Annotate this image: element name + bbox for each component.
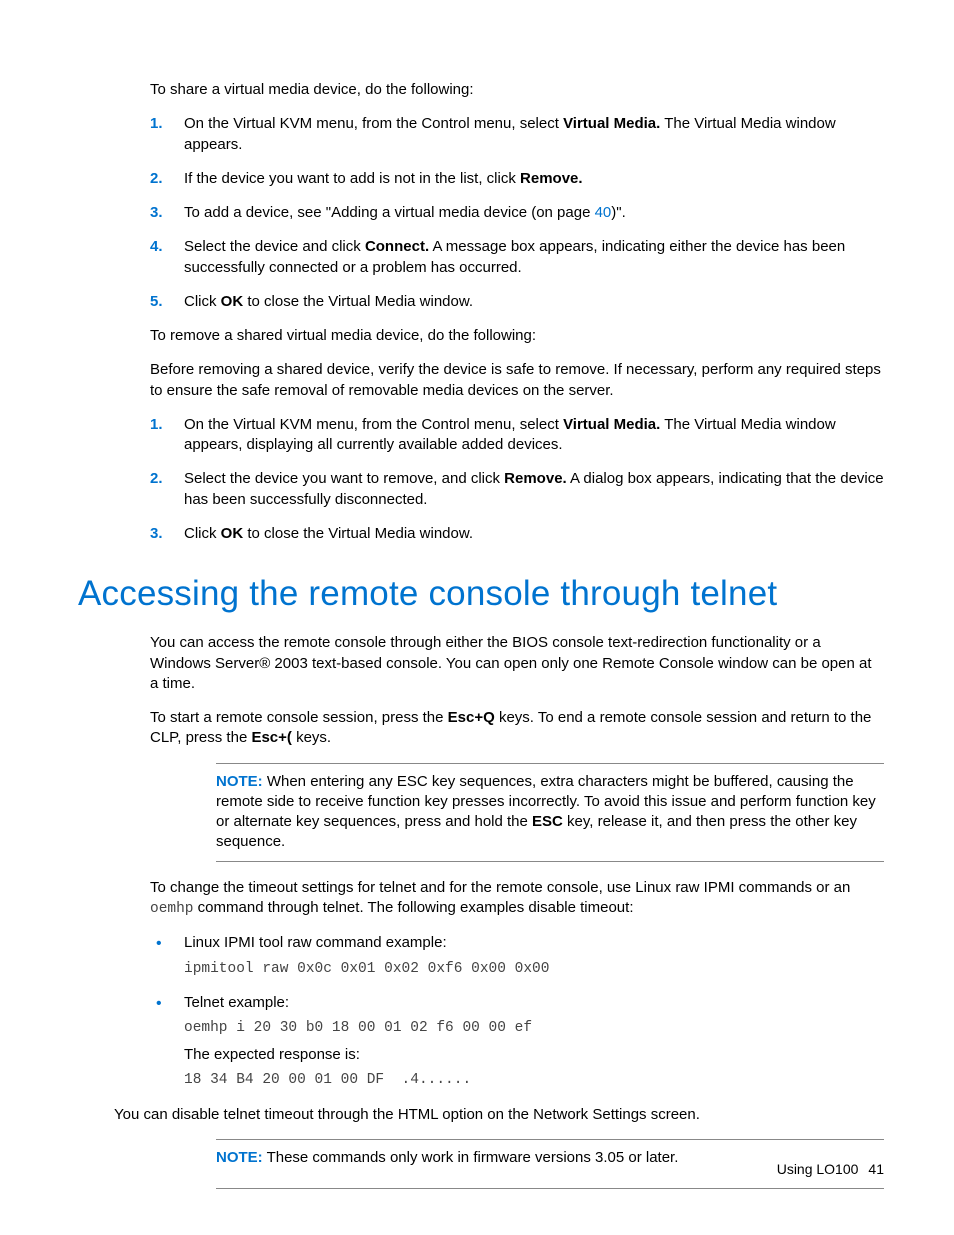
- telnet-intro-2: To start a remote console session, press…: [150, 708, 884, 749]
- bold-text: Remove.: [520, 170, 583, 187]
- bold-text: Virtual Media.: [563, 416, 660, 433]
- text: To add a device, see "Adding a virtual m…: [184, 204, 595, 221]
- page-footer: Using LO100 41: [777, 1160, 884, 1179]
- text: to close the Virtual Media window.: [243, 293, 473, 310]
- text: To start a remote console session, press…: [150, 709, 448, 726]
- text: Click: [184, 293, 221, 310]
- intro-remove-text: To remove a shared virtual media device,…: [150, 326, 884, 346]
- telnet-example: Telnet example: oemhp i 20 30 b0 18 00 0…: [150, 993, 884, 1091]
- text: Select the device you want to remove, an…: [184, 470, 504, 487]
- intro-share-text: To share a virtual media device, do the …: [150, 80, 884, 100]
- text: Select the device and click: [184, 238, 365, 255]
- text: To change the timeout settings for telne…: [150, 879, 850, 896]
- example-label: Telnet example:: [184, 993, 884, 1013]
- text: command through telnet. The following ex…: [194, 899, 634, 916]
- text: Click: [184, 525, 221, 542]
- share-step-1: 1. On the Virtual KVM menu, from the Con…: [150, 114, 884, 155]
- text: keys.: [292, 729, 331, 746]
- inline-code: oemhp: [150, 901, 194, 917]
- bold-text: Esc+Q: [448, 709, 495, 726]
- telnet-intro-1: You can access the remote console throug…: [150, 633, 884, 694]
- share-steps-list: 1. On the Virtual KVM menu, from the Con…: [150, 114, 884, 312]
- bold-text: ESC: [532, 813, 563, 830]
- bold-text: Connect.: [365, 238, 429, 255]
- text: If the device you want to add is not in …: [184, 170, 520, 187]
- section-heading: Accessing the remote console through tel…: [78, 570, 884, 617]
- remove-step-3: 3. Click OK to close the Virtual Media w…: [150, 524, 884, 544]
- share-step-5: 5. Click OK to close the Virtual Media w…: [150, 292, 884, 312]
- remove-step-2: 2. Select the device you want to remove,…: [150, 469, 884, 510]
- note-label: NOTE:: [216, 1149, 263, 1166]
- bold-text: Esc+(: [251, 729, 291, 746]
- text: On the Virtual KVM menu, from the Contro…: [184, 416, 563, 433]
- disable-html-text: You can disable telnet timeout through t…: [114, 1105, 884, 1125]
- bold-text: Virtual Media.: [563, 115, 660, 132]
- text: )".: [611, 204, 626, 221]
- bold-text: Remove.: [504, 470, 567, 487]
- share-step-3: 3. To add a device, see "Adding a virtua…: [150, 203, 884, 223]
- code-block: 18 34 B4 20 00 01 00 DF .4......: [184, 1071, 884, 1091]
- response-label: The expected response is:: [184, 1045, 884, 1065]
- text: These commands only work in firmware ver…: [263, 1149, 679, 1166]
- text: On the Virtual KVM menu, from the Contro…: [184, 115, 563, 132]
- code-block: oemhp i 20 30 b0 18 00 01 02 f6 00 00 ef: [184, 1019, 884, 1039]
- footer-page-number: 41: [868, 1161, 884, 1177]
- bold-text: OK: [221, 525, 244, 542]
- example-list: Linux IPMI tool raw command example: ipm…: [150, 933, 884, 1090]
- note-label: NOTE:: [216, 773, 263, 790]
- remove-warning-text: Before removing a shared device, verify …: [150, 360, 884, 401]
- note-esc-sequences: NOTE: When entering any ESC key sequence…: [216, 763, 884, 862]
- code-block: ipmitool raw 0x0c 0x01 0x02 0xf6 0x00 0x…: [184, 960, 884, 980]
- remove-steps-list: 1. On the Virtual KVM menu, from the Con…: [150, 415, 884, 544]
- page-link[interactable]: 40: [595, 204, 612, 221]
- share-step-4: 4. Select the device and click Connect. …: [150, 237, 884, 278]
- linux-ipmi-example: Linux IPMI tool raw command example: ipm…: [150, 933, 884, 979]
- timeout-intro: To change the timeout settings for telne…: [150, 878, 884, 920]
- bold-text: OK: [221, 293, 244, 310]
- share-step-2: 2. If the device you want to add is not …: [150, 169, 884, 189]
- example-label: Linux IPMI tool raw command example:: [184, 933, 884, 953]
- footer-section: Using LO100: [777, 1161, 859, 1177]
- text: to close the Virtual Media window.: [243, 525, 473, 542]
- remove-step-1: 1. On the Virtual KVM menu, from the Con…: [150, 415, 884, 456]
